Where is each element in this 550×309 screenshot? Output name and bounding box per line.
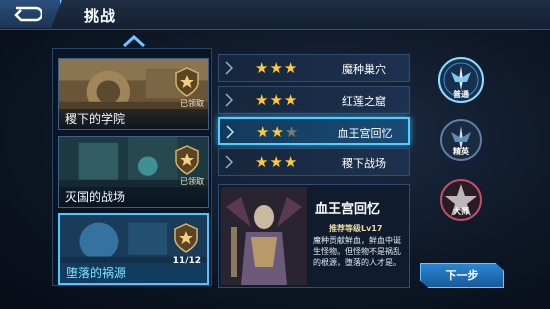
detail-description: 魔种贡献鲜血，鲜血中诞生怪物。但怪物不是祸乱的根源，堕落的人才是。 <box>313 236 401 267</box>
stage-row-4[interactable]: ★★★ 稷下战场 <box>218 148 410 176</box>
level-name: 稷下的学院 <box>59 109 208 129</box>
difficulty-normal-label: 普通 <box>453 90 469 99</box>
level-card-battlefield[interactable]: 已领取 灭国的战场 <box>58 136 209 208</box>
stage-row-3[interactable]: ★★★ 血王宫回忆 <box>218 117 410 145</box>
difficulty-elite-label: 精英 <box>453 147 469 156</box>
stage-name: 稷下战场 <box>342 157 386 170</box>
reward-status: 已领取 <box>180 99 204 108</box>
next-step-button[interactable]: 下一步 <box>420 263 504 288</box>
difficulty-master-label: 大师 <box>453 207 469 216</box>
top-bar <box>0 0 550 30</box>
level-name: 灭国的战场 <box>59 187 208 207</box>
page-title: 挑战 <box>84 7 117 25</box>
trophy-badge-icon <box>174 223 198 253</box>
scroll-up-icon[interactable] <box>121 34 147 48</box>
level-name: 堕落的祸源 <box>60 263 207 283</box>
boss-portrait-image <box>221 187 307 285</box>
chevron-right-icon <box>225 93 233 107</box>
star-rating: ★★★ <box>255 153 299 171</box>
chevron-right-icon <box>226 125 234 139</box>
stage-name: 红莲之窟 <box>342 95 386 108</box>
chevron-right-icon <box>225 155 233 169</box>
chevron-right-icon <box>225 61 233 75</box>
back-arrow-icon <box>14 6 42 22</box>
star-rating: ★★★ <box>256 123 300 141</box>
reward-status: 已领取 <box>180 177 204 186</box>
stage-detail-panel: 血王宫回忆 推荐等级Lv17 魔种贡献鲜血，鲜血中诞生怪物。但怪物不是祸乱的根源… <box>218 184 410 288</box>
trophy-badge-icon <box>175 145 199 175</box>
detail-title: 血王宫回忆 <box>315 202 381 217</box>
recommended-level: 推荐等级Lv17 <box>329 224 383 233</box>
level-card-academy[interactable]: 已领取 稷下的学院 <box>58 58 209 130</box>
star-rating: ★★★ <box>255 59 299 77</box>
trophy-badge-icon <box>175 67 199 97</box>
level-card-fallen-source[interactable]: 11/12 堕落的祸源 <box>58 213 209 285</box>
star-rating: ★★★ <box>255 91 299 109</box>
stage-row-1[interactable]: ★★★ 魔种巢穴 <box>218 54 410 82</box>
stage-row-2[interactable]: ★★★ 红莲之窟 <box>218 86 410 114</box>
stage-name: 血王宫回忆 <box>337 127 393 140</box>
stage-name: 魔种巢穴 <box>342 63 386 76</box>
